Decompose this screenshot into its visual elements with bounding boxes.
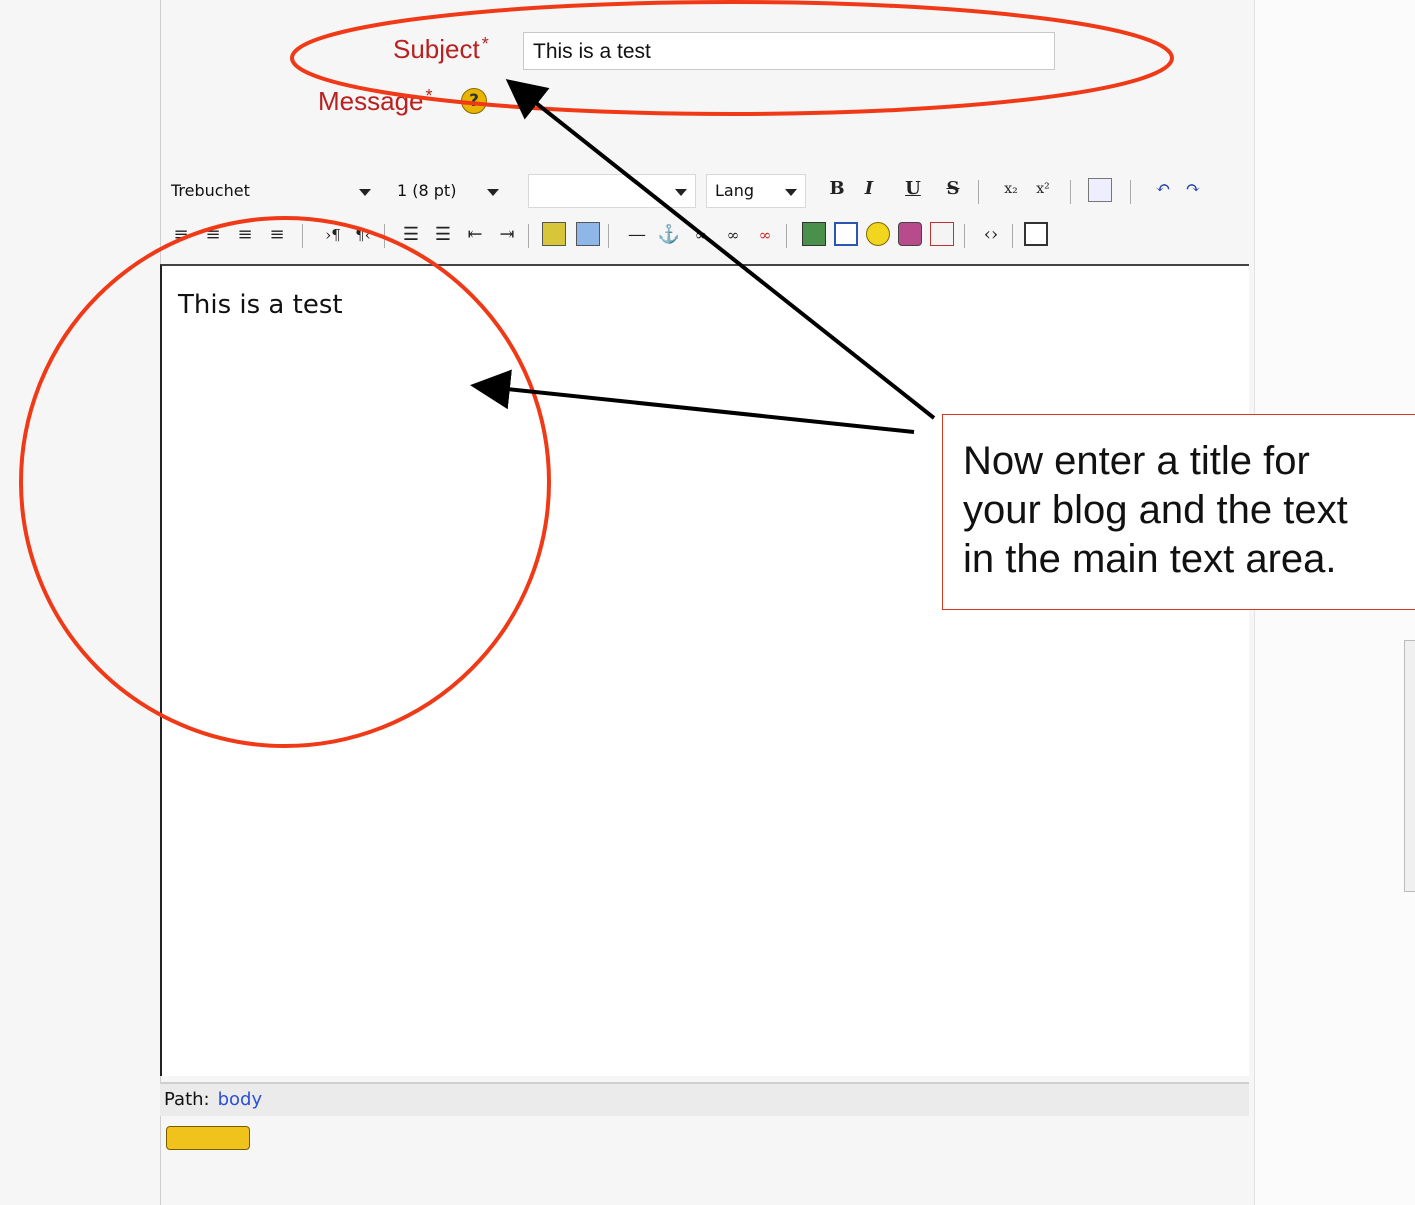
subject-highlight-ellipse — [290, 0, 1174, 116]
editor-highlight-ellipse — [19, 216, 551, 748]
instruction-callout: Now enter a title for your blog and the … — [942, 414, 1415, 610]
callout-line: in the main text area. — [963, 537, 1337, 581]
arrow-to-subject — [505, 79, 936, 420]
callout-line: Now enter a title for — [963, 439, 1310, 483]
callout-line: your blog and the text — [963, 488, 1348, 532]
